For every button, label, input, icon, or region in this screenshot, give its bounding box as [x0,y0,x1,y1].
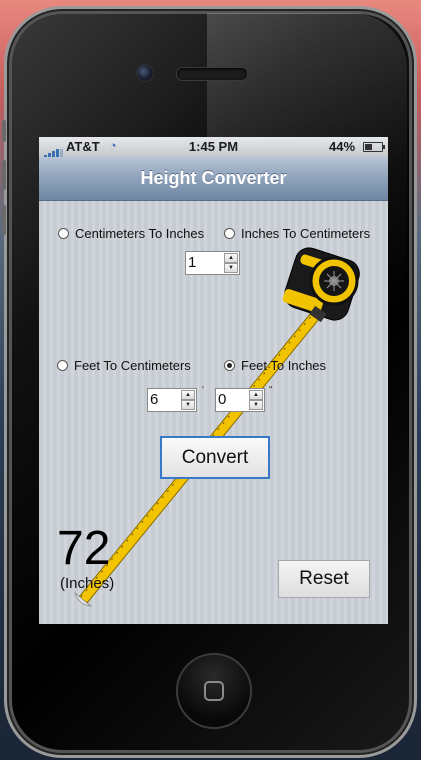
convert-button[interactable]: Convert [160,436,270,479]
home-square-icon [204,681,224,701]
increment-arrow-icon[interactable]: ▲ [249,390,263,400]
feet-mark: ' [202,385,204,396]
battery-icon [363,142,385,152]
decrement-arrow-icon[interactable]: ▼ [224,263,238,273]
radio-in-to-cm[interactable]: Inches To Centimeters [224,226,370,241]
status-bar: AT&T ◔ 1:45 PM 44% [39,137,388,158]
radio-label: Feet To Centimeters [74,358,191,373]
radio-button[interactable] [57,360,68,371]
battery-percent: 44% [329,139,356,154]
radio-button-selected[interactable] [224,360,235,371]
reset-button[interactable]: Reset [278,560,370,598]
result-value: 72 [57,522,111,575]
feet-stepper[interactable]: ▲ ▼ [147,388,197,412]
radio-button[interactable] [58,228,69,239]
earpiece-speaker [176,67,248,81]
volume-down-button [2,205,6,235]
radio-cm-to-in[interactable]: Centimeters To Inches [58,226,204,241]
home-button[interactable] [176,653,252,729]
inches-stepper[interactable]: ▲ ▼ [215,388,265,412]
decrement-arrow-icon[interactable]: ▼ [249,400,263,410]
converter-content: Centimeters To Inches Inches To Centimet… [39,201,388,624]
radio-ft-to-cm[interactable]: Feet To Centimeters [57,358,191,373]
front-camera [136,64,154,82]
radio-ft-to-in[interactable]: Feet To Inches [224,358,326,373]
navigation-bar: Height Converter [39,157,388,201]
inches-input[interactable] [218,391,248,408]
decrement-arrow-icon[interactable]: ▼ [181,400,195,410]
feet-input[interactable] [150,391,180,408]
value-stepper[interactable]: ▲ ▼ [185,251,240,275]
inches-mark: " [269,385,273,396]
increment-arrow-icon[interactable]: ▲ [224,253,238,263]
inches-spin[interactable]: ▲ ▼ [249,390,263,410]
radio-label: Inches To Centimeters [241,226,371,241]
result-unit: (Inches) [60,575,115,592]
radio-label: Centimeters To Inches [75,226,205,241]
battery-fill [365,144,372,150]
radio-label: Feet To Inches [241,358,327,373]
value-input[interactable] [188,254,224,271]
increment-arrow-icon[interactable]: ▲ [181,390,195,400]
feet-spin[interactable]: ▲ ▼ [181,390,195,410]
page-title: Height Converter [140,168,287,188]
volume-up-button [2,160,6,190]
value-spin[interactable]: ▲ ▼ [224,253,238,273]
app-screen: AT&T ◔ 1:45 PM 44% Height Converter Cent… [39,137,388,624]
mute-switch [2,120,6,142]
radio-button[interactable] [224,228,235,239]
